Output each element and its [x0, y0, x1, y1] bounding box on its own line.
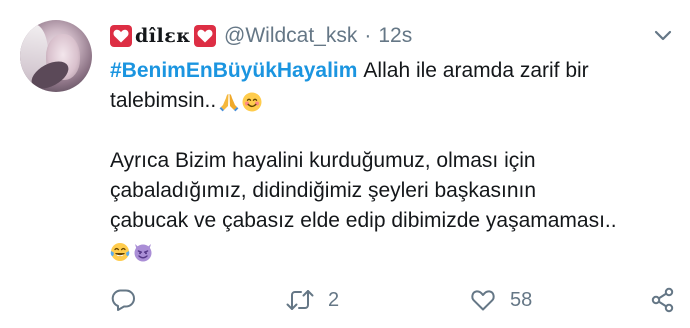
retweet-button[interactable]: 2 — [286, 286, 339, 314]
smiling-face-emoji — [242, 91, 262, 112]
tweet-line-text: çabucak ve çabasız elde edip dibimizde y… — [110, 209, 617, 232]
chevron-down-icon[interactable] — [654, 29, 672, 43]
folded-hands-emoji — [219, 91, 239, 112]
like-icon — [470, 288, 496, 312]
tweet-line-text: çabaladığımız, didindiğimiz şeyleri başk… — [110, 179, 537, 202]
retweet-icon — [286, 289, 314, 311]
tweet-line — [110, 236, 680, 266]
tweet-text: #BenimEnBüyükHayalim Allah ile aramda za… — [110, 56, 680, 266]
tweet-line: çabucak ve çabasız elde edip dibimizde y… — [110, 206, 680, 236]
heart-icon — [110, 25, 132, 47]
separator-dot: · — [364, 24, 372, 47]
share-button[interactable] — [650, 286, 676, 314]
tweet-line-text: Allah ile aramda zarif bir — [363, 59, 589, 82]
heart-icon — [194, 25, 217, 47]
tweet-line: çabaladığımız, didindiğimiz şeyleri başk… — [110, 176, 680, 206]
user-handle[interactable]: @Wildcat_ksk — [224, 24, 357, 48]
tears-of-joy-emoji — [110, 241, 130, 261]
tweet-line-text: talebimsin.. — [110, 89, 217, 112]
tweet-actions: 2 58 — [110, 286, 680, 314]
tweet-line-text: Ayrıca Bizim hayalini kurduğumuz, olması… — [110, 149, 536, 172]
tweet: dîlεκ @Wildcat_ksk · 12s #BenimEnBüyükHa… — [0, 0, 690, 328]
reply-button[interactable] — [110, 286, 150, 314]
like-button[interactable]: 58 — [470, 286, 532, 314]
tweet-header: dîlεκ @Wildcat_ksk · 12s — [110, 21, 412, 51]
hashtag-link[interactable]: #BenimEnBüyükHayalim — [110, 56, 357, 86]
like-count: 58 — [510, 288, 533, 311]
avatar[interactable] — [20, 20, 92, 92]
display-name[interactable]: dîlεκ — [135, 25, 191, 47]
reply-icon — [110, 288, 136, 312]
tweet-line: talebimsin.. — [110, 86, 680, 116]
retweet-count: 2 — [328, 288, 340, 311]
share-icon — [650, 287, 676, 313]
tweet-line: Ayrıca Bizim hayalini kurduğumuz, olması… — [110, 146, 680, 176]
tweet-line: #BenimEnBüyükHayalim Allah ile aramda za… — [110, 56, 680, 86]
smiling-devil-emoji — [133, 241, 153, 262]
tweet-timestamp[interactable]: 12s — [378, 24, 412, 48]
